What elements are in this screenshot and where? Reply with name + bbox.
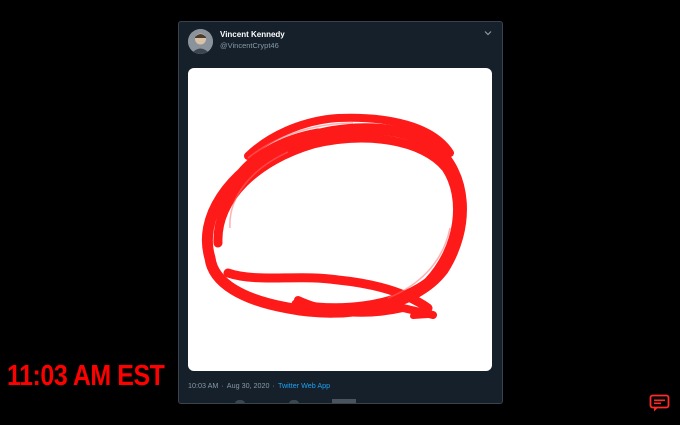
like-icon[interactable] bbox=[332, 399, 356, 403]
author-handle[interactable]: @VincentCrypt46 bbox=[220, 41, 279, 50]
tweet-card: Vincent Kennedy @VincentCrypt46 10:03 AM… bbox=[178, 21, 503, 404]
meta-separator: · bbox=[272, 381, 275, 390]
chat-icon[interactable] bbox=[649, 394, 670, 413]
tweet-date[interactable]: Aug 30, 2020 bbox=[227, 381, 270, 390]
tweet-source-link[interactable]: Twitter Web App bbox=[278, 381, 330, 390]
meta-separator: · bbox=[221, 381, 224, 390]
tweet-action-row bbox=[219, 398, 489, 403]
clock-overlay: 11:03 AM EST bbox=[7, 360, 165, 392]
avatar[interactable] bbox=[188, 29, 213, 54]
tweet-media-image[interactable] bbox=[188, 68, 492, 371]
chevron-down-icon[interactable] bbox=[483, 28, 493, 38]
reply-icon[interactable] bbox=[235, 400, 245, 403]
retweet-icon[interactable] bbox=[289, 400, 299, 403]
tweet-meta: 10:03 AM · Aug 30, 2020 · Twitter Web App bbox=[188, 381, 330, 390]
tweet-time[interactable]: 10:03 AM bbox=[188, 381, 218, 390]
author-name[interactable]: Vincent Kennedy bbox=[220, 30, 285, 39]
